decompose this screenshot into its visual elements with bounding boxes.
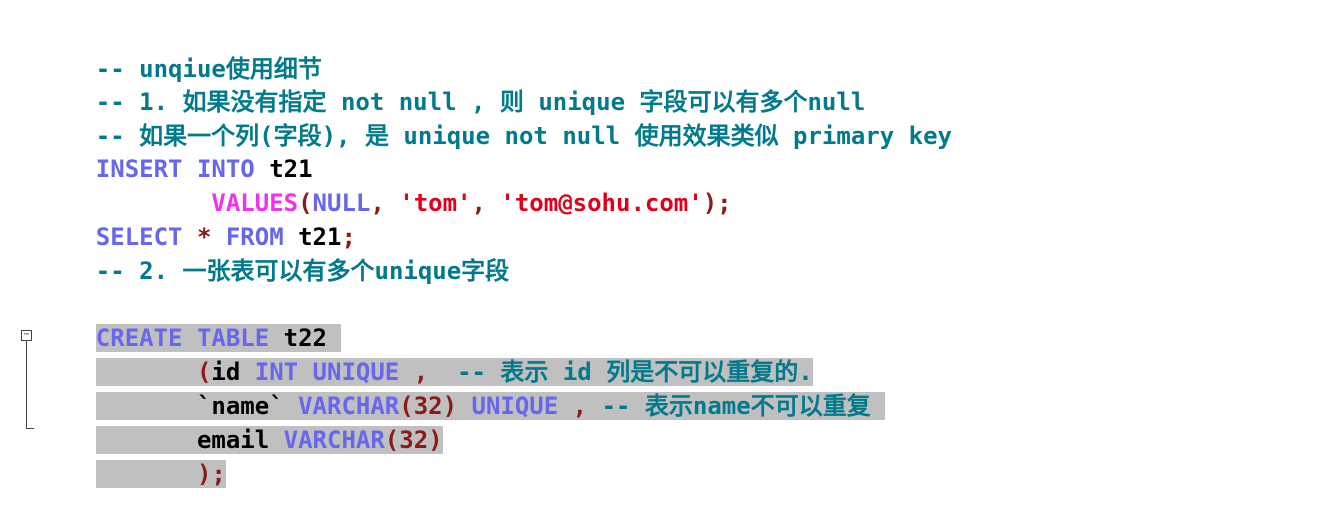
- code-line-7: -- 2. 一张表可以有多个unique字段: [38, 220, 509, 285]
- fold-guide-end: [26, 428, 34, 429]
- punctuation: );: [196, 460, 226, 488]
- code-line-4: INSERT INTO t21: [38, 118, 313, 183]
- code-line-6: SELECT * FROM t21;: [38, 186, 356, 251]
- code-line-5: VALUES(NULL, 'tom', 'tom@sohu.com');: [38, 152, 731, 217]
- string-literal: 'tom@sohu.com': [500, 189, 703, 217]
- string-literal: 'tom': [399, 189, 472, 217]
- fold-collapse-icon[interactable]: −: [21, 330, 32, 341]
- code-line-1: -- unqiue使用细节: [38, 18, 322, 83]
- punctuation: ,: [471, 189, 501, 217]
- code-line-11: email VARCHAR(32): [38, 389, 443, 454]
- keyword: UNIQUE: [457, 392, 573, 420]
- keyword: VARCHAR: [269, 426, 385, 454]
- code-line-12: );: [38, 423, 226, 488]
- comment: -- 2. 一张表可以有多个unique字段: [95, 257, 510, 285]
- punctuation: (32): [384, 426, 443, 454]
- code-line-2: -- 1. 如果没有指定 not null , 则 unique 字段可以有多个…: [38, 51, 865, 116]
- code-line-9: (id INT UNIQUE , -- 表示 id 列是不可以重复的.: [38, 321, 813, 386]
- fold-guide-line: [26, 341, 27, 429]
- punctuation: );: [702, 189, 732, 217]
- code-line-10: `name` VARCHAR(32) UNIQUE , -- 表示name不可以…: [38, 355, 886, 420]
- comment: -- 表示name不可以重复: [601, 392, 886, 420]
- punctuation: ,: [370, 189, 400, 217]
- code-line-3: -- 如果一个列(字段), 是 unique not null 使用效果类似 p…: [38, 85, 952, 150]
- code-line-8: CREATE TABLE t22: [38, 287, 342, 352]
- punctuation: ,: [572, 392, 602, 420]
- sql-editor[interactable]: -- unqiue使用细节 -- 1. 如果没有指定 not null , 则 …: [0, 0, 1321, 515]
